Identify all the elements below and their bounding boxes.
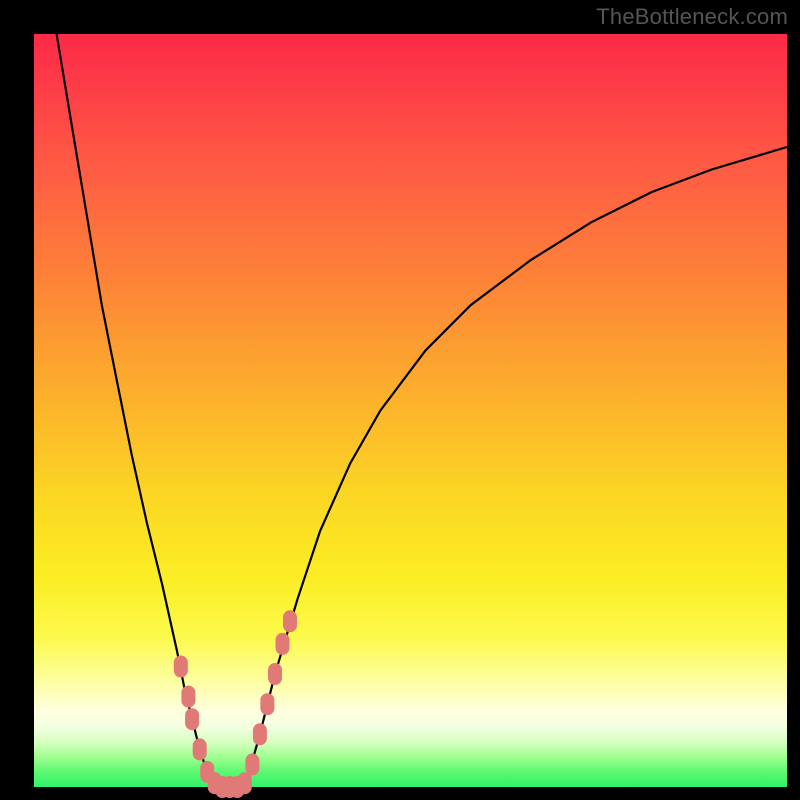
chart-frame: TheBottleneck.com: [0, 0, 800, 800]
data-marker: [276, 633, 290, 655]
data-marker: [185, 708, 199, 730]
data-marker: [174, 656, 188, 678]
curve-right-branch: [245, 147, 787, 787]
data-marker: [260, 693, 274, 715]
data-marker: [193, 738, 207, 760]
curve-layer: [34, 34, 787, 787]
data-marker: [268, 663, 282, 685]
curve-left-branch: [57, 34, 215, 787]
data-marker: [238, 772, 252, 794]
data-marker: [245, 753, 259, 775]
marker-group: [174, 610, 297, 798]
data-marker: [253, 723, 267, 745]
plot-area: [34, 34, 787, 787]
watermark-text: TheBottleneck.com: [596, 4, 788, 30]
data-marker: [181, 686, 195, 708]
data-marker: [283, 610, 297, 632]
